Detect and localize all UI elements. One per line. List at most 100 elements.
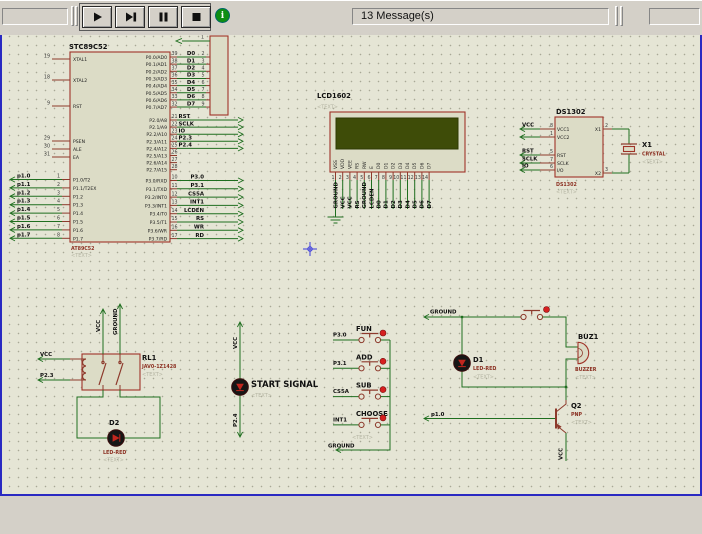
pin-number: 11 — [400, 175, 406, 181]
pin-name: P2.3/A11 — [146, 139, 167, 145]
schematic-sheet[interactable]: STC89C52 AT89C52 <TEXT> 19 XTAL1 18 XTAL… — [2, 2, 700, 494]
crystal-x1[interactable]: X1 CRYSTAL <TEXT> — [621, 129, 666, 173]
net-label: SCLK — [179, 121, 195, 127]
collector-lead[interactable] — [556, 400, 566, 412]
push-button[interactable]: SUB CS5A — [333, 382, 390, 400]
toolbar-grip[interactable] — [75, 6, 78, 26]
push-button[interactable]: CHOOSE INT1 — [333, 410, 390, 428]
button-pad[interactable] — [359, 422, 364, 427]
led-d1[interactable]: D1 LED-RED <TEXT> — [454, 355, 497, 381]
pin-number: 39 — [172, 51, 178, 57]
button-toggle-dot[interactable] — [380, 387, 386, 393]
pin-name: P0.4/AD4 — [146, 84, 167, 90]
buzzer-body[interactable] — [578, 342, 589, 363]
button-pad[interactable] — [359, 366, 364, 371]
net-label: D5 — [187, 87, 195, 93]
pin-name: P0.0/AD0 — [146, 55, 167, 61]
pin-name: P1.5 — [73, 220, 83, 226]
pin-name: D2 — [391, 162, 397, 169]
relay-placeholder: <TEXT> — [142, 372, 163, 378]
button-toggle-dot[interactable] — [544, 307, 550, 313]
button-pad[interactable] — [537, 314, 542, 319]
wire-terminal-icon — [238, 132, 243, 137]
pin-name: D1 — [383, 162, 389, 169]
led-d2[interactable]: D2 LED-RED <TEXT> — [103, 419, 126, 464]
wire[interactable] — [543, 317, 578, 347]
start-signal-led[interactable]: VCC P2.4 START SIGNAL <TEXT> — [232, 322, 319, 437]
schematic-canvas[interactable]: STC89C52 AT89C52 <TEXT> 19 XTAL1 18 XTAL… — [0, 0, 702, 496]
pin-number: 2 — [57, 182, 60, 188]
proteus-window: { "colors": { "canvas_bg": "#e5e5d5", "g… — [0, 0, 702, 534]
net-label: p1.2 — [17, 190, 31, 196]
toolbar-grip[interactable] — [620, 6, 623, 26]
mcu-ref: STC89C52 — [69, 43, 108, 51]
relay-body[interactable] — [82, 354, 140, 390]
push-button[interactable]: FUN P3.0 — [333, 325, 390, 343]
wire-terminal-icon — [238, 117, 243, 122]
pin-number: 9 — [47, 101, 50, 107]
net-label: D6 — [187, 94, 195, 100]
pin-number: 31 — [44, 152, 50, 158]
button-pad[interactable] — [375, 337, 380, 342]
pin-name: VDD — [340, 158, 346, 169]
net-label: P3.0 — [190, 175, 204, 181]
relay-rl1[interactable]: VCC P2.3 VCC GROUND RL1 JAV0-1Z1428 <TEX… — [38, 304, 177, 438]
button-pad[interactable] — [375, 394, 380, 399]
respack-pin-number: 9 — [201, 101, 204, 107]
net-label: RS — [196, 216, 204, 222]
button-toggle-dot[interactable] — [380, 330, 386, 336]
pause-button[interactable] — [148, 6, 178, 28]
net-label: VCC — [522, 123, 534, 129]
net-label: GROUND — [430, 310, 457, 316]
pin-name: X1 — [595, 127, 601, 133]
d2-value: LED-RED — [103, 450, 126, 456]
net-label: p1.5 — [17, 216, 31, 222]
step-button[interactable] — [115, 6, 145, 28]
net-label: RD — [195, 233, 204, 239]
button-pad[interactable] — [375, 422, 380, 427]
pin-number: 13 — [172, 200, 178, 206]
pin-name: RS — [355, 163, 361, 169]
led-icon[interactable] — [232, 379, 249, 396]
rtc-body[interactable] — [555, 117, 603, 177]
buzzer-buz1[interactable]: BUZ1 BUZZER <TEXT> — [575, 333, 599, 381]
crystal-body[interactable] — [624, 147, 635, 152]
pin-name: P2.0/A8 — [149, 118, 167, 124]
pin-number: 8 — [57, 232, 60, 238]
mcu-stc89c52[interactable]: STC89C52 AT89C52 <TEXT> 19 XTAL1 18 XTAL… — [10, 43, 243, 259]
net-label: D3 — [398, 200, 404, 208]
led-icon[interactable] — [454, 355, 471, 372]
pin-number: 35 — [172, 80, 178, 86]
button-toggle-dot[interactable] — [380, 358, 386, 364]
net-label: GROUND — [328, 444, 355, 450]
stop-button[interactable] — [181, 6, 211, 28]
pin-name: P3.1/TXD — [146, 187, 168, 193]
alarm-button[interactable] — [521, 307, 550, 320]
respack-pin-number: 5 — [201, 73, 204, 79]
button-pad[interactable] — [359, 337, 364, 342]
ground-symbol-icon — [328, 209, 344, 223]
toolbar-grip[interactable] — [615, 6, 618, 26]
respack-body[interactable] — [210, 36, 228, 115]
button-toggle-dot[interactable] — [380, 415, 386, 421]
button-pad[interactable] — [359, 394, 364, 399]
message-log-icon[interactable]: i — [216, 9, 229, 22]
transistor-q2[interactable]: p1.0 VCC Q2 PNP <TEXT> — [424, 400, 592, 461]
led-icon[interactable] — [108, 430, 125, 447]
button-label: SUB — [356, 382, 372, 390]
message-panel[interactable]: 13 Message(s) — [352, 8, 609, 25]
pin-number: 14 — [422, 175, 428, 181]
play-button[interactable] — [82, 6, 112, 28]
relay-ref: RL1 — [142, 354, 157, 362]
pin-name: VEE — [347, 160, 353, 169]
toolbar-grip[interactable] — [71, 6, 74, 26]
button-pad[interactable] — [521, 314, 526, 319]
button-pad[interactable] — [375, 366, 380, 371]
rtc-ds1302[interactable]: DS1302 DS1302 <TEXT> VCC 8 VCC1 1 VCC2 R… — [520, 108, 629, 196]
pin-name: PSEN — [73, 139, 85, 145]
pin-number: 3 — [346, 175, 349, 181]
lcd1602[interactable]: LCD1602 <TEXT> VSS 1 GROUND VDD 2 VCC VE… — [317, 92, 465, 223]
push-button[interactable]: ADD P3.1 — [333, 353, 390, 371]
d2-ref: D2 — [109, 419, 120, 427]
pin-name: I/O — [557, 168, 564, 174]
